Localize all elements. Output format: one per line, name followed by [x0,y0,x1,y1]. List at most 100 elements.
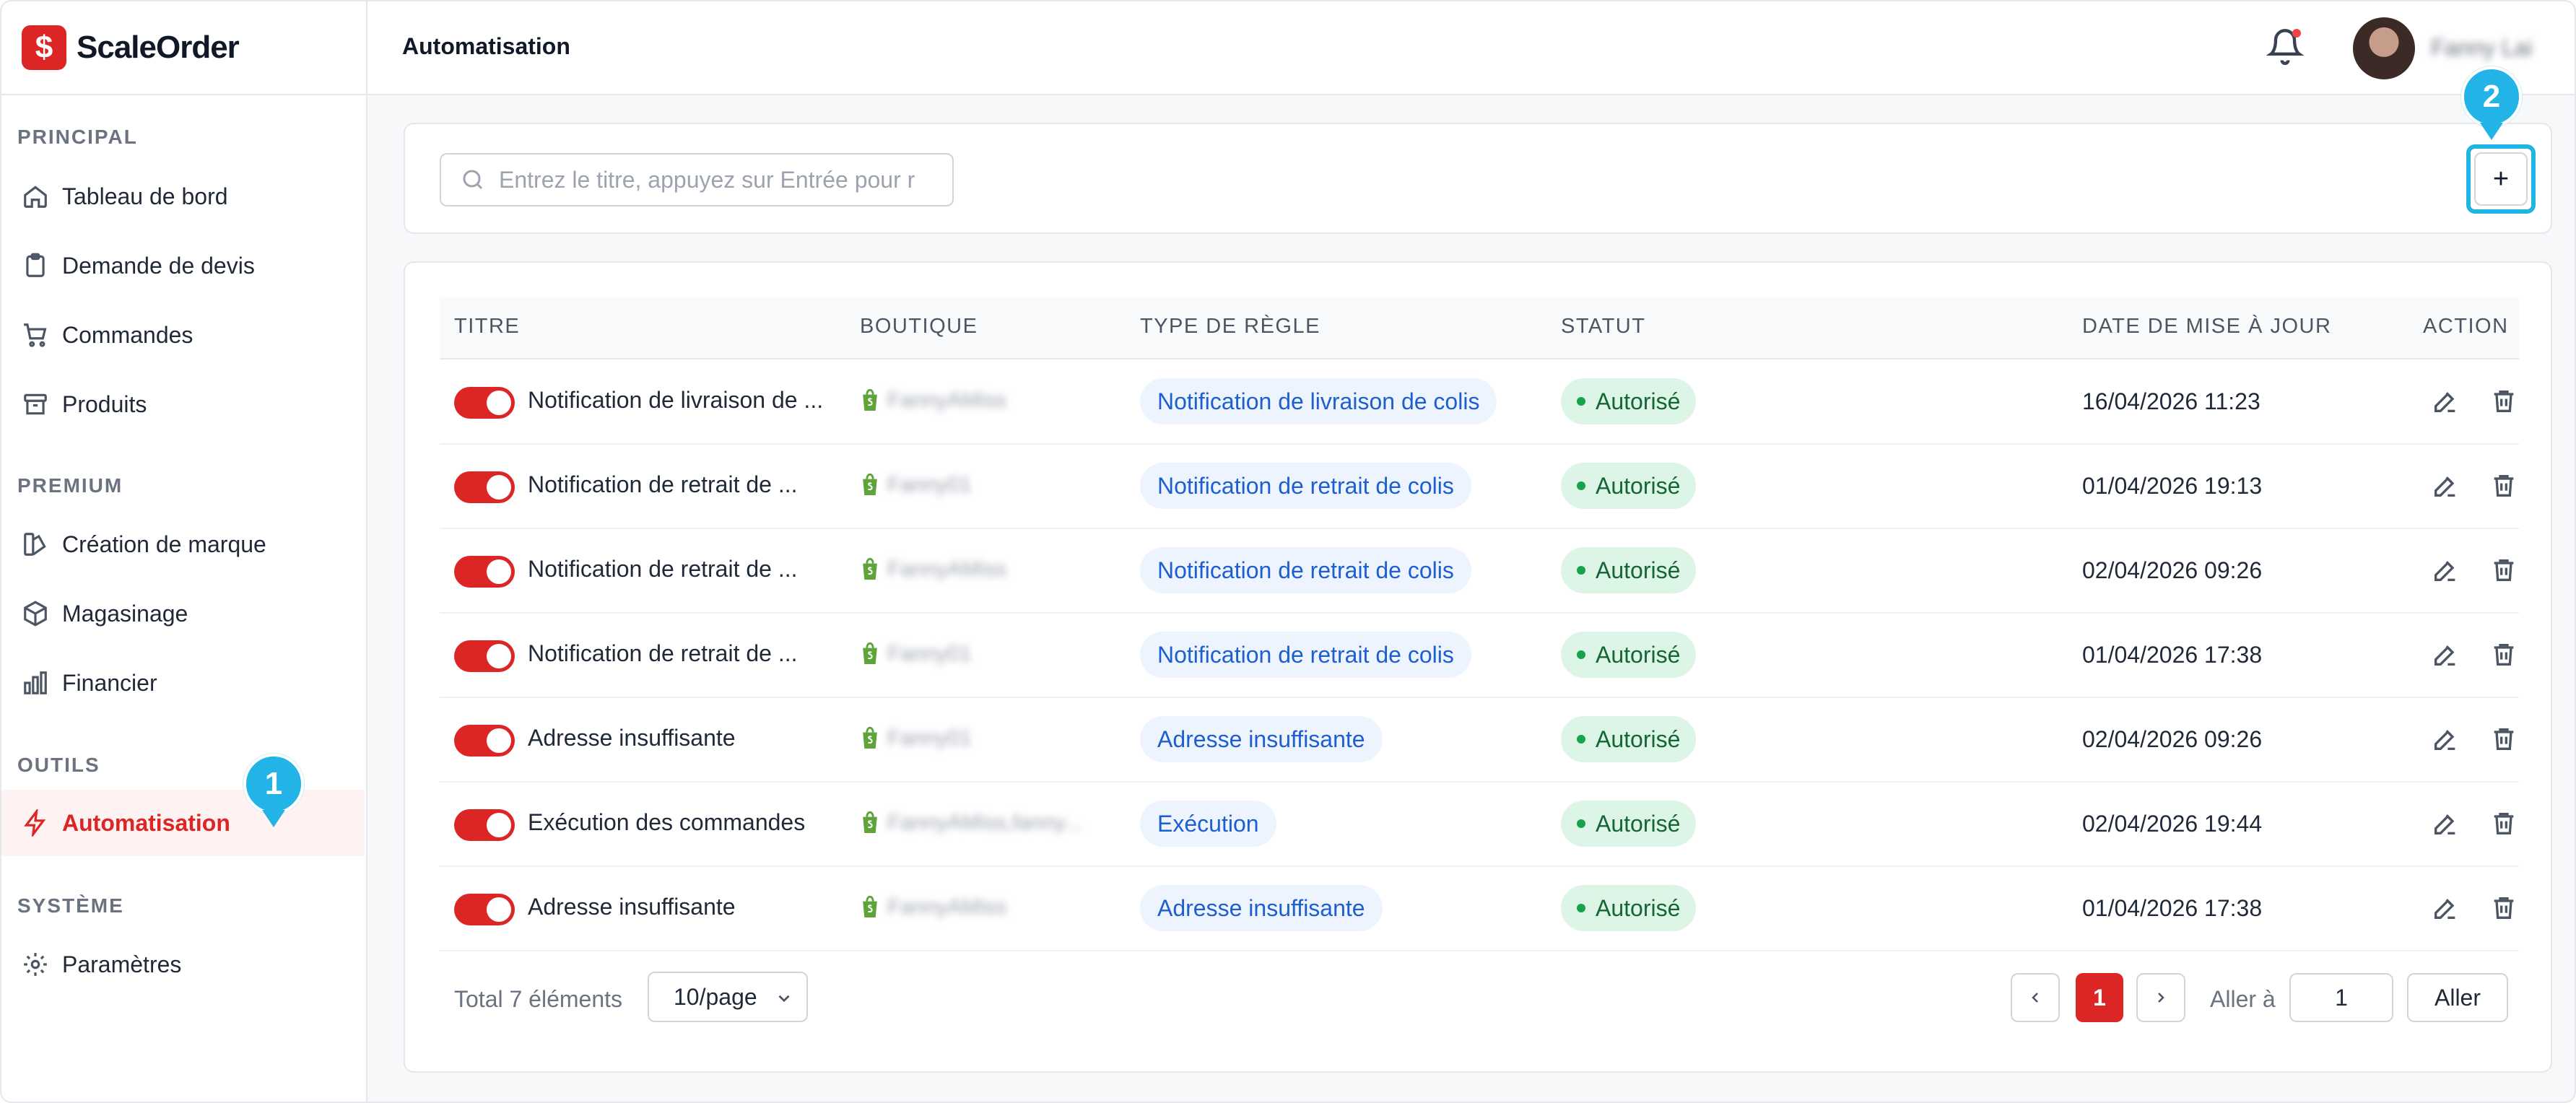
clipboard-icon [26,253,45,277]
rule-title: Adresse insuffisante [528,725,736,751]
delete-button[interactable] [2489,640,2520,671]
updated-date: 01/04/2026 19:13 [2082,473,2263,499]
status-badge: Autorisé [1561,378,1697,424]
edit-icon [2431,392,2460,419]
edit-icon [2431,645,2460,672]
shop-name: Fanny01 [887,642,972,666]
dollar-logo-icon: $ [22,25,66,70]
trash-icon [2489,728,2518,757]
edit-button[interactable] [2431,387,2461,417]
delete-button[interactable] [2489,725,2520,755]
page-size-value: 10/page [674,983,757,1010]
shop-name: Fanny01 [887,726,972,750]
page-size-select[interactable]: 10/page [648,972,808,1022]
sidebar-item-parametres[interactable]: Paramètres [1,931,365,998]
archive-icon [24,393,47,415]
sidebar-item-demande-de-devis[interactable]: Demande de devis [1,232,365,299]
search-icon [463,170,483,190]
sidebar-item-label: Demande de devis [62,252,255,279]
column-header-statut: STATUT [1561,315,1646,338]
next-page-button[interactable] [2136,973,2185,1022]
chevron-down-icon [778,995,790,1003]
home-icon [24,186,47,208]
app-window: $ ScaleOrder PRINCIPAL Tableau de bord D… [0,0,2576,1103]
updated-date: 16/04/2026 11:23 [2082,388,2260,414]
sidebar-item-produits[interactable]: Produits [1,371,365,437]
rule-title: Exécution des commandes [528,809,806,835]
goto-button[interactable]: Aller [2407,973,2508,1022]
rule-type-tag: Notification de retrait de colis [1140,547,1471,593]
bar-chart-icon [24,671,47,694]
page-1-button[interactable]: 1 [2076,973,2123,1022]
table-row: Notification de retrait de ... Fanny01 Not… [440,613,2519,698]
shop-name: FannyAMiss [887,895,1007,919]
sidebar-item-tableau-de-bord[interactable]: Tableau de bord [1,163,365,230]
brand-name: ScaleOrder [77,30,240,65]
sidebar-item-financier[interactable]: Financier [1,650,365,716]
total-count: Total 7 éléments [454,986,623,1012]
prev-page-button[interactable] [2011,973,2060,1022]
sidebar-item-creation-de-marque[interactable]: Création de marque [1,511,365,577]
sidebar-item-label: Automatisation [62,809,230,836]
edit-button[interactable] [2431,556,2461,586]
edit-button[interactable] [2431,809,2461,840]
page-title: Automatisation [402,33,570,59]
enable-toggle[interactable] [454,809,515,841]
edit-icon [2431,476,2460,503]
enable-toggle[interactable] [454,471,515,503]
lightning-icon [24,809,46,837]
sidebar-item-label: Financier [62,669,157,696]
edit-icon [2431,561,2460,588]
add-rule-button[interactable]: + [2466,144,2536,214]
edit-button[interactable] [2431,894,2461,924]
shop-name: FannyAMiss,fanny... [887,811,1082,834]
rules-table: TITRE BOUTIQUE TYPE DE RÈGLE STATUT DATE… [404,261,2552,1073]
edit-icon [2431,730,2460,757]
avatar[interactable] [2353,17,2415,79]
callout-marker-1: 1 [243,754,304,827]
notification-bell[interactable] [2266,27,2307,68]
column-header-titre: TITRE [454,315,521,338]
rule-title: Notification de retrait de ... [528,471,798,497]
sidebar-item-automatisation[interactable]: Automatisation [1,790,365,856]
search-input[interactable] [497,165,948,194]
cart-icon [24,323,47,347]
rule-type-tag: Adresse insuffisante [1140,716,1383,762]
edit-button[interactable] [2431,725,2461,755]
sidebar-item-commandes[interactable]: Commandes [1,302,365,368]
delete-button[interactable] [2489,471,2520,502]
edit-button[interactable] [2431,471,2461,502]
search-card: + [404,123,2552,234]
status-badge: Autorisé [1561,463,1697,509]
delete-button[interactable] [2489,894,2520,924]
rule-title: Notification de livraison de ... [528,387,824,413]
enable-toggle[interactable] [454,725,515,757]
shop-name: FannyAMiss [887,557,1007,581]
brand[interactable]: $ ScaleOrder [1,1,366,95]
enable-toggle[interactable] [454,387,515,419]
enable-toggle[interactable] [454,894,515,925]
trash-icon [2489,559,2518,588]
edit-button[interactable] [2431,640,2461,671]
search-field[interactable] [440,153,954,206]
column-header-date: DATE DE MISE À JOUR [2082,315,2332,338]
sidebar-item-magasinage[interactable]: Magasinage [1,580,365,647]
shop-name: FannyAMiss [887,388,1007,412]
enable-toggle[interactable] [454,640,515,672]
table-row: Notification de retrait de ... Fanny01 Not… [440,444,2519,529]
chevron-left-icon [2032,993,2038,1003]
rule-type-tag: Notification de retrait de colis [1140,463,1471,509]
table-header: TITRE BOUTIQUE TYPE DE RÈGLE STATUT DATE… [440,297,2519,359]
username[interactable]: Fanny Lai [2431,35,2533,61]
delete-button[interactable] [2489,809,2520,840]
updated-date: 01/04/2026 17:38 [2082,895,2263,921]
goto-label: Aller à [2210,986,2276,1012]
enable-toggle[interactable] [454,556,515,588]
notification-dot [2292,29,2301,38]
delete-button[interactable] [2489,387,2520,417]
rule-title: Notification de retrait de ... [528,556,798,582]
delete-button[interactable] [2489,556,2520,586]
goto-page-input[interactable] [2289,973,2393,1022]
trash-icon [2489,813,2518,841]
table-row: Adresse insuffisante Fanny01 Adresse insuf… [440,697,2519,782]
